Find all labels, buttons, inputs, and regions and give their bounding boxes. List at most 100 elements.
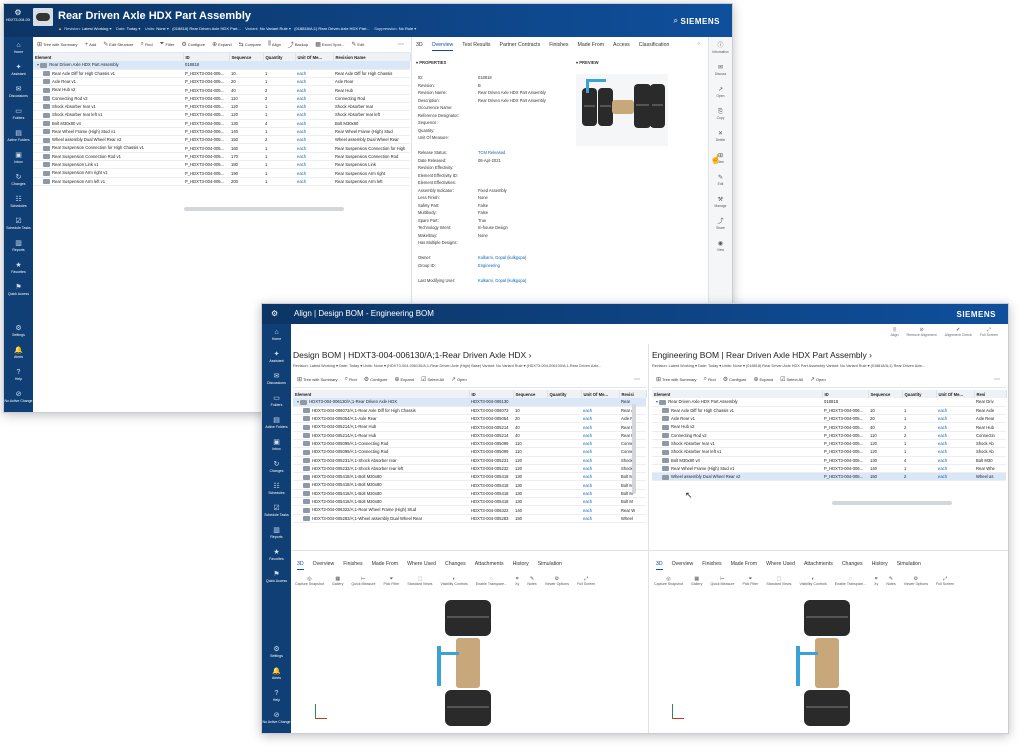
column-header-sequence[interactable]: Sequence — [513, 390, 548, 398]
table-row[interactable]: Bolt M30x80 v4 P_HDXT3-004-005... 130 4 each… — [33, 119, 410, 128]
open-button[interactable]: ↗ Open — [451, 376, 467, 383]
viewer-options-tool[interactable]: ⚙ Viewer Options — [904, 576, 928, 586]
rail-item-alerts[interactable]: 🔔 Alerts — [4, 342, 33, 364]
rail-item-schedule-tasks[interactable]: ☑ Schedule Tasks — [262, 500, 291, 522]
align-button[interactable]: ⫼ Align — [268, 41, 281, 48]
alignment-check-button[interactable]: ✔ Alignment Check — [945, 327, 972, 337]
expand-button[interactable]: ⊕ Expand — [394, 376, 414, 383]
table-row[interactable]: HDXT3-004-005214/A;1-Rear Hub HDXT3-004-0… — [293, 431, 646, 441]
tree-with-summary-button[interactable]: ⊞ Tree with Summary — [656, 376, 697, 383]
table-row[interactable]: Shock Absorber rear v1 P_HDXT3-004-005...… — [33, 102, 410, 112]
tab-finishes[interactable]: Finishes — [343, 561, 362, 570]
table-row[interactable]: Rear Suspension Link v1 P_HDXT3-004-005..… — [33, 160, 410, 170]
rail-item-schedules[interactable]: ☷ Schedules — [4, 191, 33, 213]
tab-attachments[interactable]: Attachments — [475, 561, 504, 570]
table-row[interactable]: HDXT3-004-006073/A;1-Rear Axle Diff for … — [293, 406, 646, 416]
tab-history[interactable]: History — [513, 561, 529, 570]
table-row[interactable]: ▾ Rear Driven Axle HDX Part Assembly 0188… — [652, 398, 1006, 407]
table-row[interactable]: Rear Wheel Frame (High) Stud v1 P_HDXT3-0… — [33, 127, 410, 137]
column-header-unit-of-me[interactable]: Unit Of Me... — [581, 390, 620, 398]
table-row[interactable]: Rear Suspension Connection for High Chas… — [33, 143, 410, 153]
rail-item-assistant[interactable]: ✦ Assistant — [262, 346, 291, 368]
column-header-element[interactable]: Element — [293, 390, 470, 398]
table-row[interactable]: Rear Suspension Connection Rod v1 P_HDXT3… — [33, 152, 410, 162]
configure-button[interactable]: ⚙ Configure — [181, 41, 205, 48]
view-command[interactable]: ◉ View — [709, 235, 732, 257]
edit-command[interactable]: ✎ Edit — [709, 169, 732, 191]
open-button[interactable]: ↗ Open — [810, 376, 826, 383]
table-row[interactable]: HDXT3-004-005283/A;1-Wheel assembly Dual… — [293, 514, 646, 523]
column-header-id[interactable]: ID — [183, 53, 230, 61]
rail-item-inbox[interactable]: ▣ Inbox — [262, 434, 291, 456]
rail-item-active-folders[interactable]: ▤ Active Folders — [262, 412, 291, 434]
property-value[interactable]: Kulkarni, Gopal (kulkgopa) — [478, 277, 526, 285]
column-header-element[interactable]: Element — [652, 390, 823, 398]
table-row[interactable]: Shock Absorber rear v1 P_HDXT3-004-005...… — [652, 439, 1006, 449]
tab-3d[interactable]: 3D — [297, 561, 304, 570]
table-row[interactable]: HDXT3-004-005418/A;1-Bolt M30x80 HDXT3-00… — [293, 472, 646, 482]
more-icon[interactable]: ⋯ — [634, 376, 640, 383]
tree-with-summary-button[interactable]: ⊞ Tree with Summary — [297, 376, 338, 383]
rail-item-assistant[interactable]: ✦ Assistant — [4, 59, 33, 81]
quick-measure-tool[interactable]: ⊢ Quick Measure — [351, 576, 375, 586]
tab-simulation[interactable]: Simulation — [538, 561, 562, 570]
app-logo[interactable]: ⚙ HDXT3-004-006130/A;1 — [6, 8, 30, 34]
table-row[interactable]: Rear Hub v2 P_HDXT3-004-005... 40 2 each Rear… — [652, 422, 1006, 432]
select-all-button[interactable]: ☑ Select All — [421, 376, 444, 383]
xy-tool[interactable]: ⌗ Xy — [515, 576, 519, 586]
table-row[interactable]: HDXT3-004-005231/A;1-Shock Absorber rear… — [293, 456, 646, 465]
find-button[interactable]: ⌕ Find — [140, 41, 152, 48]
table-row[interactable]: Rear Axle Diff for High Chassis v1 P_HDXT… — [33, 69, 410, 79]
tab-changes[interactable]: Changes — [842, 561, 863, 570]
table-row[interactable]: Rear Wheel Frame (High) Stud v1 P_HDXT3-0… — [652, 464, 1006, 474]
edit-button[interactable]: ✎ Edit — [351, 41, 364, 48]
engineering-bom-3d-viewer[interactable] — [652, 594, 1006, 732]
tab-3d[interactable]: 3D — [656, 561, 663, 570]
tab-history[interactable]: History — [872, 561, 888, 570]
rail-item-folders[interactable]: ▭ Folders — [4, 103, 33, 125]
table-row[interactable]: HDXT3-004-005099/A;1-Connecting Rod HDXT3… — [293, 439, 646, 449]
rail-item-alerts[interactable]: 🔔 Alerts — [262, 663, 291, 685]
standard-views-tool[interactable]: ⬚ Standard Views — [766, 576, 791, 586]
table-row[interactable]: Rear Suspension Arm right v1 P_HDXT3-004-… — [33, 168, 410, 178]
table-row[interactable]: Rear Suspension Arm left v1 P_HDXT3-004-0… — [33, 177, 410, 186]
align-button[interactable]: ⫼ Align — [890, 327, 898, 337]
configure-button[interactable]: ⚙ Configure — [364, 376, 388, 383]
design-bom-3d-viewer[interactable] — [293, 594, 646, 732]
visibility-controls-tool[interactable]: ◐ Visibility Controls — [440, 576, 467, 586]
capture-snapshot-tool[interactable]: ◎ Capture Snapshot — [295, 576, 324, 586]
units-select[interactable]: None — [156, 26, 166, 31]
notes-tool[interactable]: ✎ Notes — [527, 576, 536, 586]
column-header-id[interactable]: ID — [469, 390, 514, 398]
column-header-revi[interactable]: Revi — [974, 390, 1007, 398]
search-icon[interactable]: ⌕ — [674, 16, 678, 26]
rail-item-settings[interactable]: ⚙ Settings — [262, 641, 291, 663]
expand-button[interactable]: ⊕ Expand — [212, 41, 232, 48]
suppression-select[interactable]: No Rule — [399, 26, 413, 31]
remove-alignment-button[interactable]: ⊘ Remove Alignment — [906, 327, 936, 337]
select-all-button[interactable]: ☑ Select All — [780, 376, 803, 383]
rail-item-favorites[interactable]: ★ Favorites — [262, 544, 291, 566]
rail-item-reports[interactable]: ▥ Reports — [262, 522, 291, 544]
pane-divider-2[interactable] — [648, 344, 649, 733]
table-row[interactable]: Wheel assembly Dual Wheel Rear v2 P_HDXT3… — [652, 472, 1006, 482]
tab-made-from[interactable]: Made From — [372, 561, 399, 570]
delete-command[interactable]: ✕ Delete — [709, 125, 732, 147]
rail-item-folders[interactable]: ▭ Folders — [262, 390, 291, 412]
rail-item-changes[interactable]: ↻ Changes — [4, 169, 33, 191]
share-command[interactable]: ⤴ Share — [709, 213, 732, 235]
rail-item-schedules[interactable]: ☷ Schedules — [262, 478, 291, 500]
table-row[interactable]: Axle Rear v1 P_HDXT3-004-005... 20 1 each Axl… — [33, 77, 410, 87]
tab-partner-contracts[interactable]: Partner Contracts — [500, 42, 541, 51]
tab-made-from[interactable]: Made From — [731, 561, 758, 570]
table-row[interactable]: HDXT3-004-005232/A;1-Shock Absorber rear… — [293, 464, 646, 474]
column-header-sequence[interactable]: Sequence — [868, 390, 903, 398]
add-button[interactable]: + Add — [85, 42, 97, 48]
standard-views-tool[interactable]: ⬚ Standard Views — [407, 576, 432, 586]
table-row[interactable]: HDXT3-004-005418/A;1-Bolt M30x80 HDXT3-00… — [293, 497, 646, 507]
column-header-quantity[interactable]: Quantity — [547, 390, 582, 398]
table-row[interactable]: HDXT3-004-006322/A;1-Rear Wheel Frame (H… — [293, 505, 646, 515]
table-row[interactable]: HDXT3-004-005418/A;1-Bolt M30x80 HDXT3-00… — [293, 480, 646, 490]
tab-overview[interactable]: Overview — [672, 561, 694, 570]
expand-button[interactable]: ⊕ Expand — [753, 376, 773, 383]
